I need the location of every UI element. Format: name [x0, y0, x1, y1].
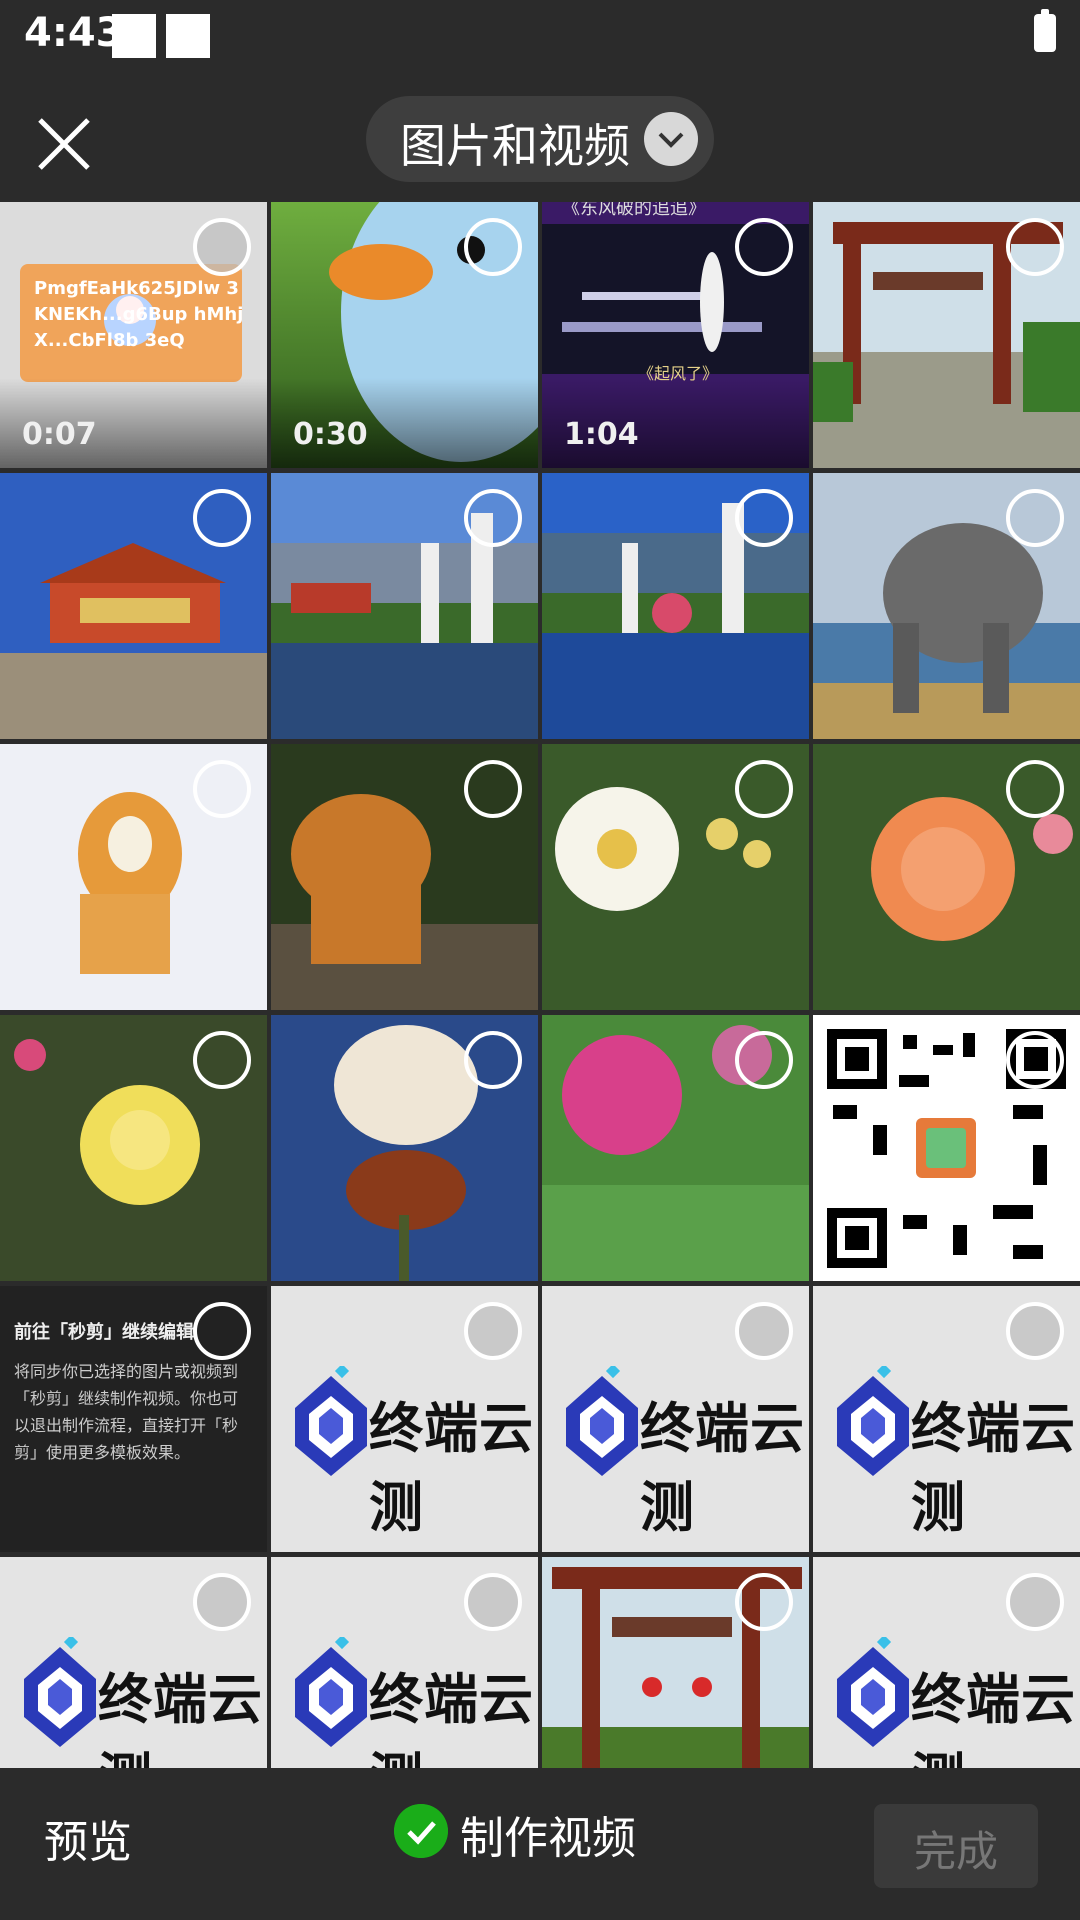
photo-tile[interactable]	[813, 473, 1080, 739]
photo-tile[interactable]	[271, 1015, 538, 1281]
battery-icon	[1034, 9, 1056, 52]
video-duration: 1:04	[564, 417, 639, 452]
logo-tile[interactable]: 终端云测	[542, 1286, 809, 1552]
logo-icon	[837, 1637, 909, 1747]
photo-tile[interactable]	[542, 1015, 809, 1281]
tip-body: 将同步你已选择的图片或视频到「秒剪」继续制作视频。你也可以退出制作流程，直接打开…	[14, 1362, 239, 1462]
concert-title: 《东风破的追追》	[562, 202, 706, 219]
select-circle[interactable]	[1006, 1302, 1064, 1360]
check-icon	[394, 1804, 448, 1858]
select-circle[interactable]	[464, 218, 522, 276]
select-circle[interactable]	[735, 1302, 793, 1360]
logo-icon	[566, 1366, 638, 1476]
photo-tile[interactable]	[0, 1015, 267, 1281]
logo-tile[interactable]: 终端云测	[271, 1557, 538, 1768]
chevron-down-icon	[644, 112, 698, 166]
video-duration: 0:07	[22, 417, 97, 452]
logo-text: 终端云测	[640, 1397, 805, 1539]
select-circle[interactable]	[1006, 760, 1064, 818]
select-circle[interactable]	[735, 489, 793, 547]
select-circle[interactable]	[464, 1302, 522, 1360]
tip-card[interactable]: 前往「秒剪」继续编辑 将同步你已选择的图片或视频到「秒剪」继续制作视频。你也可以…	[0, 1286, 267, 1552]
status-time: 4:43	[24, 10, 124, 56]
select-circle[interactable]	[1006, 489, 1064, 547]
photo-tile[interactable]	[542, 1557, 809, 1768]
photo-tile[interactable]	[0, 744, 267, 1010]
logo-text: 终端云测	[98, 1668, 263, 1768]
status-bar: 4:43	[0, 0, 1080, 74]
select-circle[interactable]	[193, 760, 251, 818]
select-circle[interactable]	[193, 218, 251, 276]
logo-text: 终端云测	[911, 1397, 1076, 1539]
media-grid: PmgfEaHk625JDlw 3KNEKh...g6Bup hMhjX...C…	[0, 202, 1080, 1768]
photo-tile[interactable]	[271, 744, 538, 1010]
select-circle[interactable]	[735, 1573, 793, 1631]
photo-tile[interactable]	[0, 473, 267, 739]
logo-tile[interactable]: 终端云测	[0, 1557, 267, 1768]
done-button[interactable]: 完成	[874, 1804, 1038, 1888]
select-circle[interactable]	[193, 1573, 251, 1631]
select-circle[interactable]	[735, 1031, 793, 1089]
code-text: PmgfEaHk625JDlw 3KNEKh...g6Bup hMhjX...C…	[34, 278, 244, 351]
photo-tile[interactable]	[542, 473, 809, 739]
select-circle[interactable]	[1006, 1573, 1064, 1631]
logo-icon	[295, 1637, 367, 1747]
logo-text: 终端云测	[911, 1668, 1076, 1768]
select-circle[interactable]	[735, 760, 793, 818]
photo-tile[interactable]	[271, 473, 538, 739]
select-circle[interactable]	[193, 1302, 251, 1360]
select-circle[interactable]	[464, 760, 522, 818]
select-circle[interactable]	[193, 489, 251, 547]
select-circle[interactable]	[735, 218, 793, 276]
make-video-label: 制作视频	[460, 1813, 636, 1864]
video-tile[interactable]: PmgfEaHk625JDlw 3KNEKh...g6Bup hMhjX...C…	[0, 202, 267, 468]
video-tile[interactable]: 0:30	[271, 202, 538, 468]
select-circle[interactable]	[464, 1573, 522, 1631]
logo-text: 终端云测	[369, 1668, 534, 1768]
notification-icon	[112, 14, 156, 58]
video-tile[interactable]: 《东风破的追追》 《起风了》 1:04	[542, 202, 809, 468]
photo-tile[interactable]	[813, 744, 1080, 1010]
photo-tile[interactable]	[542, 744, 809, 1010]
album-label: 图片和视频	[400, 119, 630, 173]
logo-icon	[295, 1366, 367, 1476]
select-circle[interactable]	[1006, 1031, 1064, 1089]
video-duration: 0:30	[293, 417, 368, 452]
logo-text: 终端云测	[369, 1397, 534, 1539]
bottom-bar: 预览 制作视频 完成	[0, 1768, 1080, 1920]
select-circle[interactable]	[193, 1031, 251, 1089]
select-circle[interactable]	[464, 489, 522, 547]
select-circle[interactable]	[1006, 218, 1064, 276]
logo-tile[interactable]: 终端云测	[271, 1286, 538, 1552]
done-label: 完成	[913, 1827, 998, 1876]
tip-title: 前往「秒剪」继续编辑	[14, 1322, 194, 1343]
logo-icon	[837, 1366, 909, 1476]
top-bar: 图片和视频	[0, 74, 1080, 202]
logo-tile[interactable]: 终端云测	[813, 1557, 1080, 1768]
photo-tile[interactable]	[813, 1015, 1080, 1281]
preview-button[interactable]: 预览	[44, 1806, 132, 1870]
logo-tile[interactable]: 终端云测	[813, 1286, 1080, 1552]
album-selector[interactable]: 图片和视频	[366, 96, 714, 182]
select-circle[interactable]	[464, 1031, 522, 1089]
close-icon[interactable]	[34, 114, 94, 174]
logo-icon	[24, 1637, 96, 1747]
notification-icon	[166, 14, 210, 58]
photo-tile[interactable]	[813, 202, 1080, 468]
